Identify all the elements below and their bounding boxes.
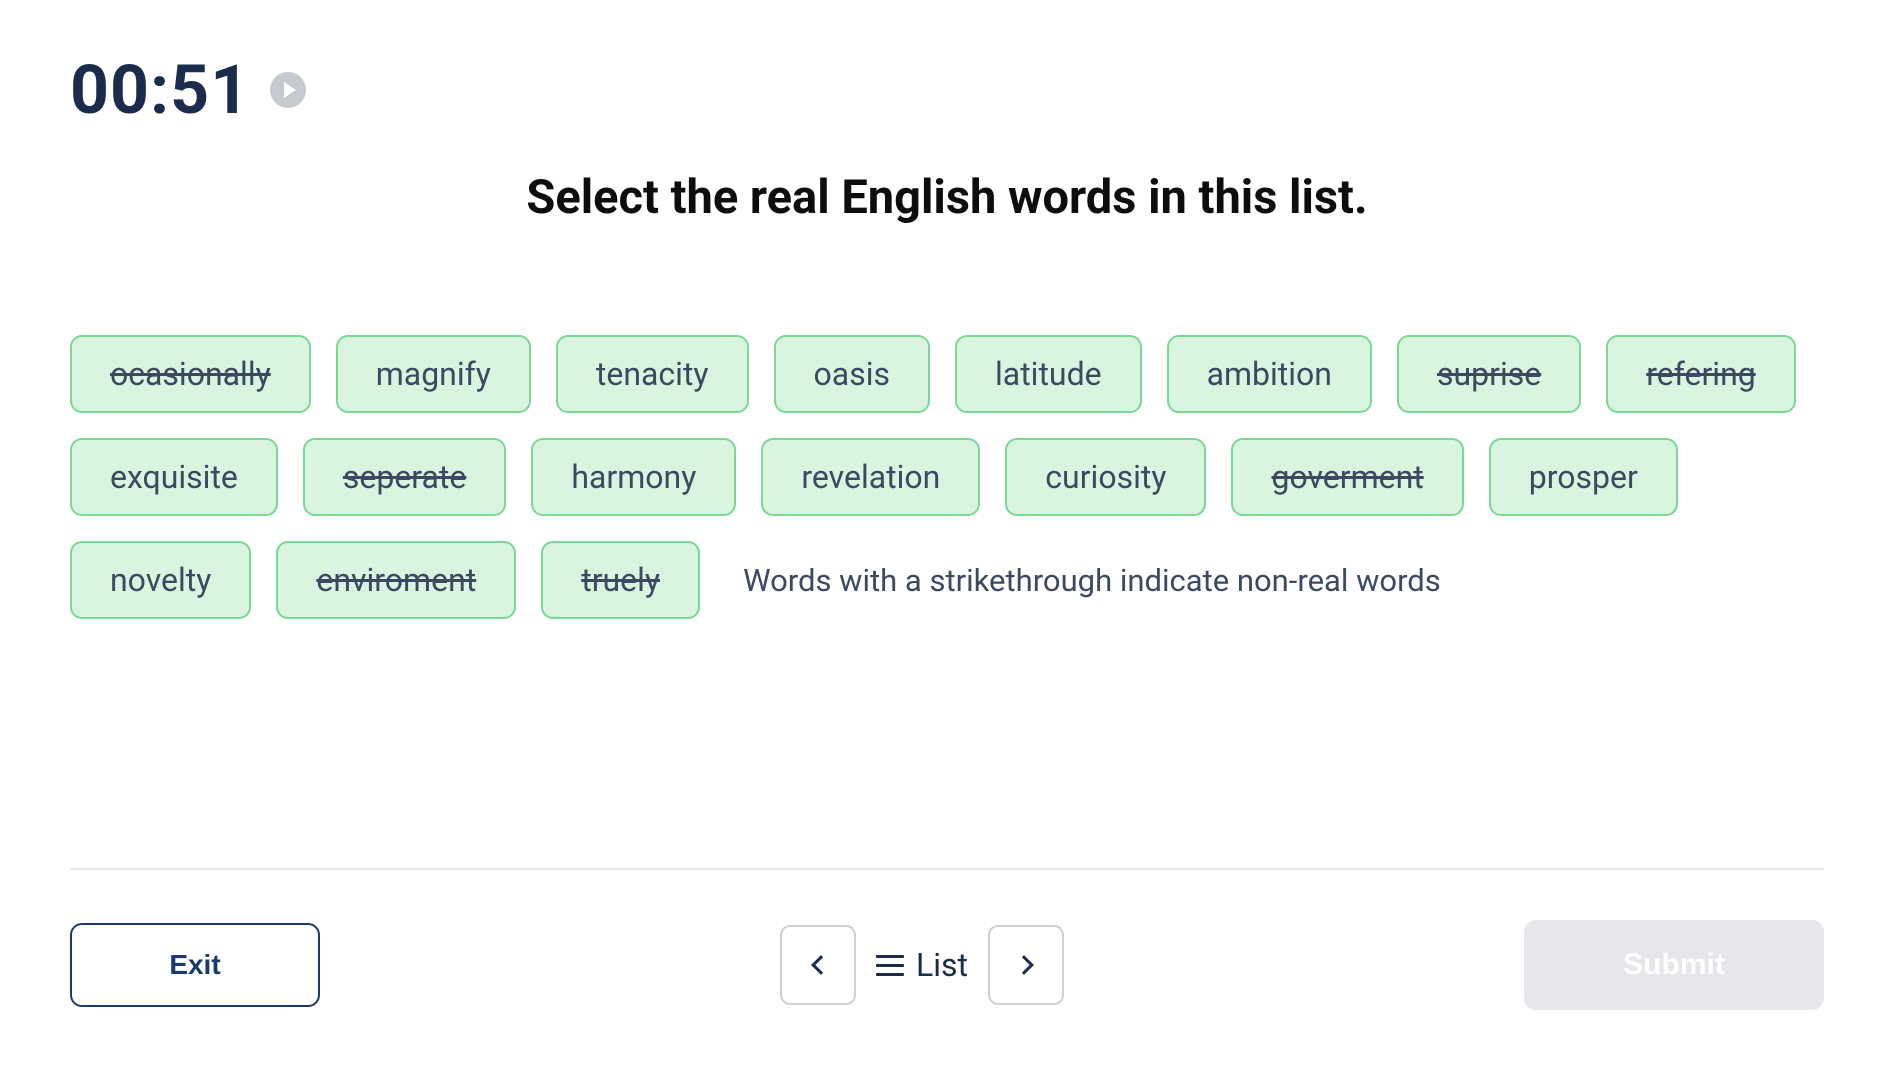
timer-display: 00:51 bbox=[70, 50, 250, 130]
list-label: List bbox=[916, 946, 968, 984]
next-button[interactable] bbox=[988, 925, 1064, 1005]
word-chip[interactable]: novelty bbox=[70, 541, 251, 619]
word-chip[interactable]: magnify bbox=[336, 335, 531, 413]
word-chip[interactable]: curiosity bbox=[1005, 438, 1206, 516]
word-chip[interactable]: seperate bbox=[303, 438, 506, 516]
word-chip[interactable]: harmony bbox=[531, 438, 736, 516]
word-chip[interactable]: revelation bbox=[761, 438, 980, 516]
word-chip[interactable]: ocasionally bbox=[70, 335, 311, 413]
submit-button[interactable]: Submit bbox=[1524, 920, 1824, 1010]
word-chip[interactable]: refering bbox=[1606, 335, 1796, 413]
hint-text: Words with a strikethrough indicate non-… bbox=[743, 562, 1441, 599]
word-chip[interactable]: tenacity bbox=[556, 335, 749, 413]
word-chip[interactable]: truely bbox=[541, 541, 700, 619]
footer: Exit List Submit bbox=[70, 868, 1824, 1070]
timer-row: 00:51 bbox=[70, 50, 1824, 130]
nav-group: List bbox=[780, 925, 1064, 1005]
word-chip[interactable]: goverment bbox=[1231, 438, 1463, 516]
word-chip[interactable]: ambition bbox=[1167, 335, 1372, 413]
word-chip[interactable]: exquisite bbox=[70, 438, 278, 516]
words-container: ocasionally magnify tenacity oasis latitude a… bbox=[70, 335, 1824, 619]
word-chip[interactable]: suprise bbox=[1397, 335, 1581, 413]
word-chip[interactable]: oasis bbox=[774, 335, 930, 413]
hamburger-icon bbox=[876, 955, 904, 976]
question-title: Select the real English words in this li… bbox=[70, 170, 1824, 225]
word-chip[interactable]: latitude bbox=[955, 335, 1142, 413]
chevron-left-icon bbox=[811, 955, 831, 975]
chevron-right-icon bbox=[1014, 955, 1034, 975]
exit-button[interactable]: Exit bbox=[70, 923, 320, 1007]
play-icon[interactable] bbox=[270, 72, 306, 108]
prev-button[interactable] bbox=[780, 925, 856, 1005]
word-chip[interactable]: enviroment bbox=[276, 541, 516, 619]
word-chip[interactable]: prosper bbox=[1489, 438, 1678, 516]
list-button[interactable]: List bbox=[876, 946, 968, 984]
